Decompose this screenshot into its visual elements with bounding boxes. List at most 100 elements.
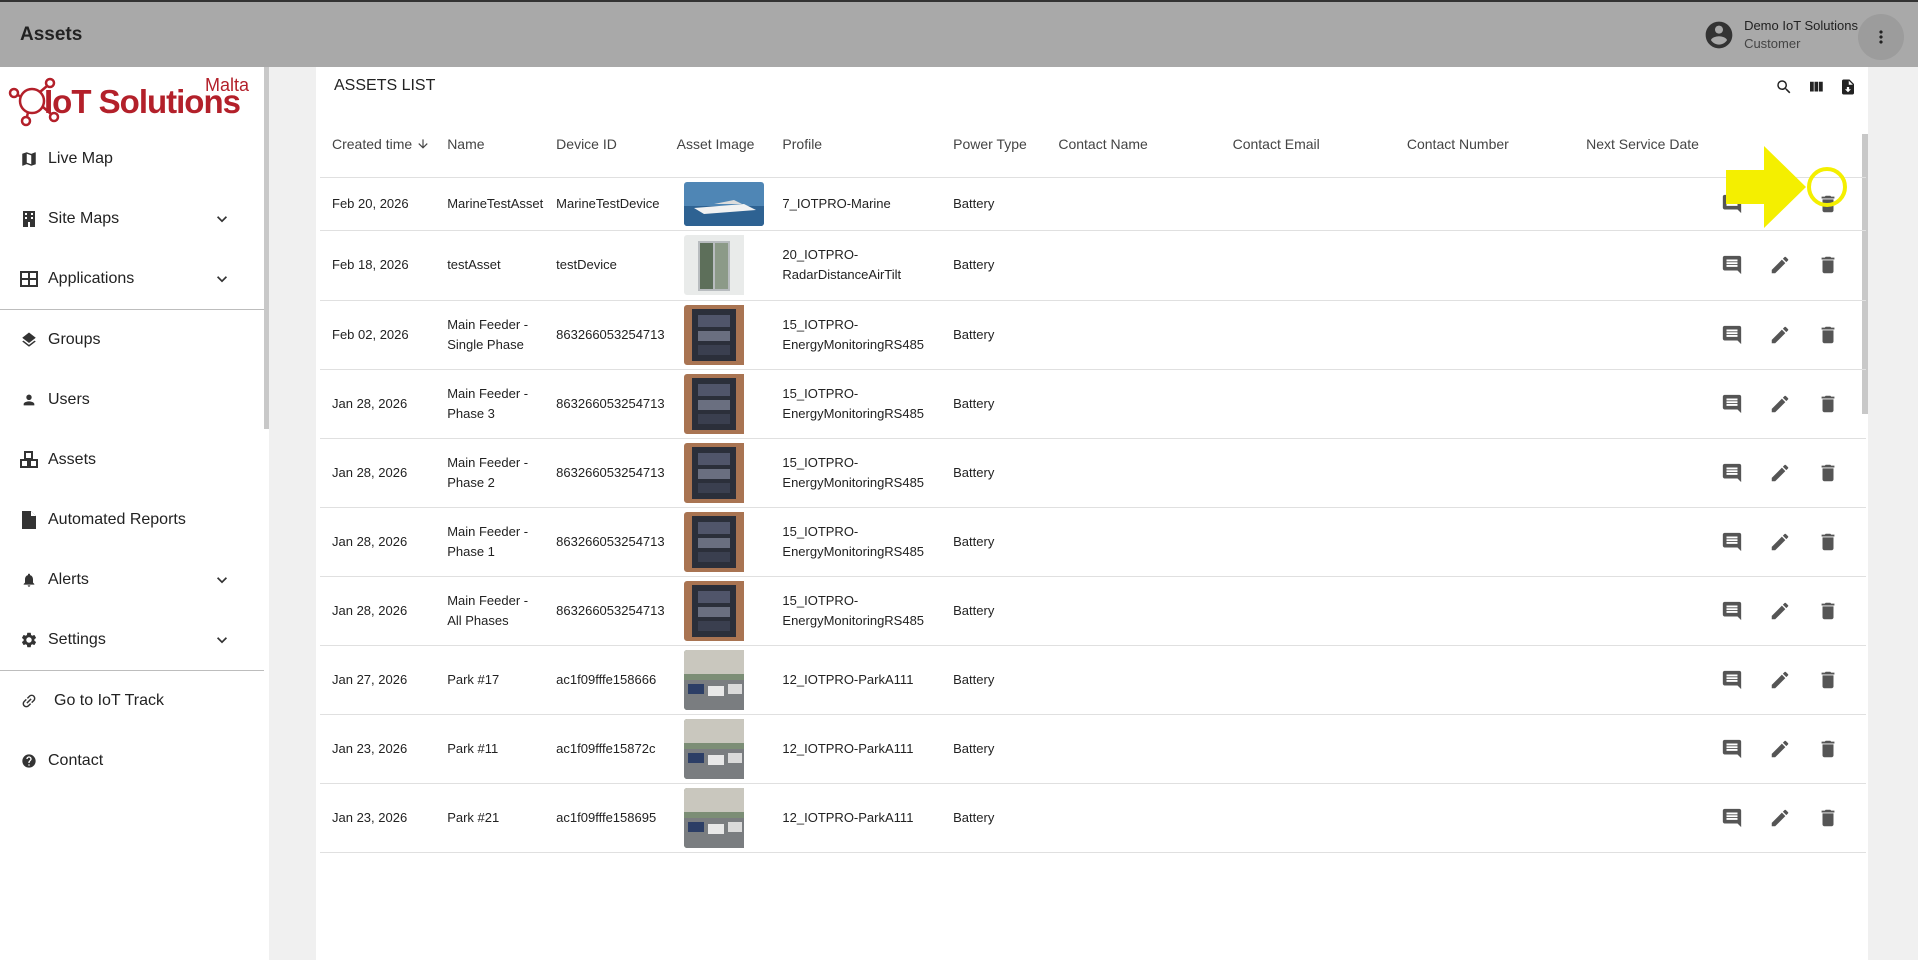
- table-row[interactable]: Feb 02, 2026 Main Feeder - Single Phase 86…: [320, 300, 1866, 370]
- comment-button[interactable]: [1720, 323, 1744, 347]
- delete-button[interactable]: [1816, 253, 1840, 277]
- edit-button[interactable]: [1768, 323, 1792, 347]
- chevron-down-icon: [217, 276, 227, 283]
- edit-button[interactable]: [1768, 392, 1792, 416]
- delete-button[interactable]: [1816, 668, 1840, 692]
- table-row[interactable]: Jan 23, 2026 Park #21 ac1f09fffe158695 12_I…: [320, 783, 1866, 853]
- sidebar-item-go-to-iot-track[interactable]: Go to IoT Track: [0, 671, 264, 731]
- table-row[interactable]: Jan 28, 2026 Main Feeder - All Phases 8632…: [320, 576, 1866, 646]
- table-row[interactable]: Jan 28, 2026 Main Feeder - Phase 3 8632660…: [320, 369, 1866, 439]
- cell-contact-name: [1046, 783, 1221, 853]
- edit-button[interactable]: [1768, 806, 1792, 830]
- column-header-next-service-date[interactable]: Next Service Date: [1574, 111, 1708, 178]
- columns-button[interactable]: [1806, 77, 1826, 97]
- edit-button[interactable]: [1768, 461, 1792, 485]
- cell-name: Park #21: [435, 783, 545, 853]
- column-header-name[interactable]: Name: [435, 111, 545, 178]
- comment-button[interactable]: [1720, 737, 1744, 761]
- user-name: Demo IoT Solutions: [1744, 18, 1858, 33]
- comment-button[interactable]: [1720, 253, 1744, 277]
- cell-profile: 15_IOTPRO-EnergyMonitoringRS485: [770, 576, 942, 646]
- asset-thumbnail[interactable]: [683, 580, 764, 641]
- comment-button[interactable]: [1720, 668, 1744, 692]
- table-row[interactable]: Feb 18, 2026 testAsset testDevice 20_IOTPRO…: [320, 230, 1866, 301]
- asset-thumbnail[interactable]: [683, 373, 764, 434]
- comment-icon: [1722, 394, 1742, 413]
- column-header-profile[interactable]: Profile: [770, 111, 942, 178]
- comment-button[interactable]: [1720, 599, 1744, 623]
- sidebar-item-site-maps[interactable]: Site Maps: [0, 189, 264, 249]
- table-row[interactable]: Jan 28, 2026 Main Feeder - Phase 2 8632660…: [320, 438, 1866, 508]
- column-header-contact-name[interactable]: Contact Name: [1046, 111, 1221, 178]
- comment-button[interactable]: [1720, 461, 1744, 485]
- delete-icon: [1821, 740, 1835, 757]
- sidebar-item-assets[interactable]: Assets: [0, 430, 264, 490]
- edit-button[interactable]: [1768, 530, 1792, 554]
- column-header-contact-email[interactable]: Contact Email: [1220, 111, 1395, 178]
- sidebar-item-label: Contact: [48, 752, 104, 769]
- sidebar-item-groups[interactable]: Groups: [0, 310, 264, 370]
- asset-thumbnail[interactable]: [683, 181, 764, 226]
- sidebar-item-automated-reports[interactable]: Automated Reports: [0, 490, 264, 550]
- export-button[interactable]: [1838, 77, 1858, 97]
- comment-button[interactable]: [1720, 806, 1744, 830]
- delete-button[interactable]: [1816, 392, 1840, 416]
- delete-button[interactable]: [1816, 737, 1840, 761]
- user-info[interactable]: Demo IoT Solutions Customer: [1703, 17, 1858, 53]
- asset-thumbnail[interactable]: [683, 787, 764, 848]
- cell-power-type: Battery: [941, 369, 1047, 439]
- chevron-down-icon: [217, 216, 227, 223]
- delete-button[interactable]: [1816, 530, 1840, 554]
- cell-created-time: Jan 28, 2026: [320, 576, 436, 646]
- column-header-asset-image[interactable]: Asset Image: [664, 111, 771, 178]
- delete-button[interactable]: [1816, 323, 1840, 347]
- comment-button[interactable]: [1720, 530, 1744, 554]
- gear-icon: [20, 631, 38, 649]
- asset-thumbnail[interactable]: [683, 442, 764, 503]
- sidebar-item-settings[interactable]: Settings: [0, 610, 264, 670]
- cell-created-time: Jan 28, 2026: [320, 438, 436, 508]
- cell-device-id: ac1f09fffe158666: [544, 645, 665, 715]
- asset-thumbnail[interactable]: [683, 718, 764, 779]
- comment-button[interactable]: [1720, 392, 1744, 416]
- table-row[interactable]: Jan 28, 2026 Main Feeder - Phase 1 8632660…: [320, 507, 1866, 577]
- sidebar-item-users[interactable]: Users: [0, 370, 264, 430]
- edit-button[interactable]: [1768, 253, 1792, 277]
- arrow-down-icon: [418, 139, 428, 149]
- cell-profile: 12_IOTPRO-ParkA111: [770, 714, 942, 784]
- cell-asset-image: [664, 177, 771, 231]
- column-header-created-time[interactable]: Created time: [320, 111, 436, 178]
- table-row[interactable]: Feb 20, 2026 MarineTestAsset MarineTestDev…: [320, 177, 1866, 231]
- cell-contact-name: [1046, 576, 1221, 646]
- sidebar-item-contact[interactable]: Contact: [0, 731, 264, 791]
- delete-button[interactable]: [1816, 806, 1840, 830]
- edit-button[interactable]: [1768, 737, 1792, 761]
- cell-device-id: 863266053254713: [544, 438, 665, 508]
- edit-button[interactable]: [1768, 668, 1792, 692]
- sidebar-item-label: Live Map: [48, 150, 113, 167]
- asset-thumbnail[interactable]: [683, 304, 764, 365]
- column-header-contact-number[interactable]: Contact Number: [1394, 111, 1575, 178]
- column-header-device-id[interactable]: Device ID: [544, 111, 665, 178]
- sidebar-item-applications[interactable]: Applications: [0, 249, 264, 309]
- delete-button[interactable]: [1816, 461, 1840, 485]
- column-header-power-type[interactable]: Power Type: [941, 111, 1047, 178]
- asset-thumbnail[interactable]: [683, 511, 764, 572]
- sidebar-item-alerts[interactable]: Alerts: [0, 550, 264, 610]
- table-row[interactable]: Jan 23, 2026 Park #11 ac1f09fffe15872c 12_I…: [320, 714, 1866, 784]
- delete-button[interactable]: [1816, 599, 1840, 623]
- edit-button[interactable]: [1768, 599, 1792, 623]
- table-row[interactable]: Jan 27, 2026 Park #17 ac1f09fffe158666 12_I…: [320, 645, 1866, 715]
- cell-actions: [1708, 783, 1866, 853]
- search-button[interactable]: [1774, 77, 1794, 97]
- asset-thumbnail[interactable]: [683, 235, 764, 295]
- sidebar-item-live-map[interactable]: Live Map: [0, 129, 264, 189]
- more-menu-button[interactable]: [1858, 14, 1904, 60]
- edit-icon: [1771, 395, 1789, 412]
- cell-profile: 7_IOTPRO-Marine: [770, 177, 942, 231]
- comment-icon: [1722, 670, 1742, 689]
- asset-thumbnail[interactable]: [683, 649, 764, 710]
- delete-icon: [1821, 464, 1835, 481]
- sidebar-scrollbar[interactable]: [264, 67, 269, 429]
- file-download-icon: [1842, 79, 1854, 95]
